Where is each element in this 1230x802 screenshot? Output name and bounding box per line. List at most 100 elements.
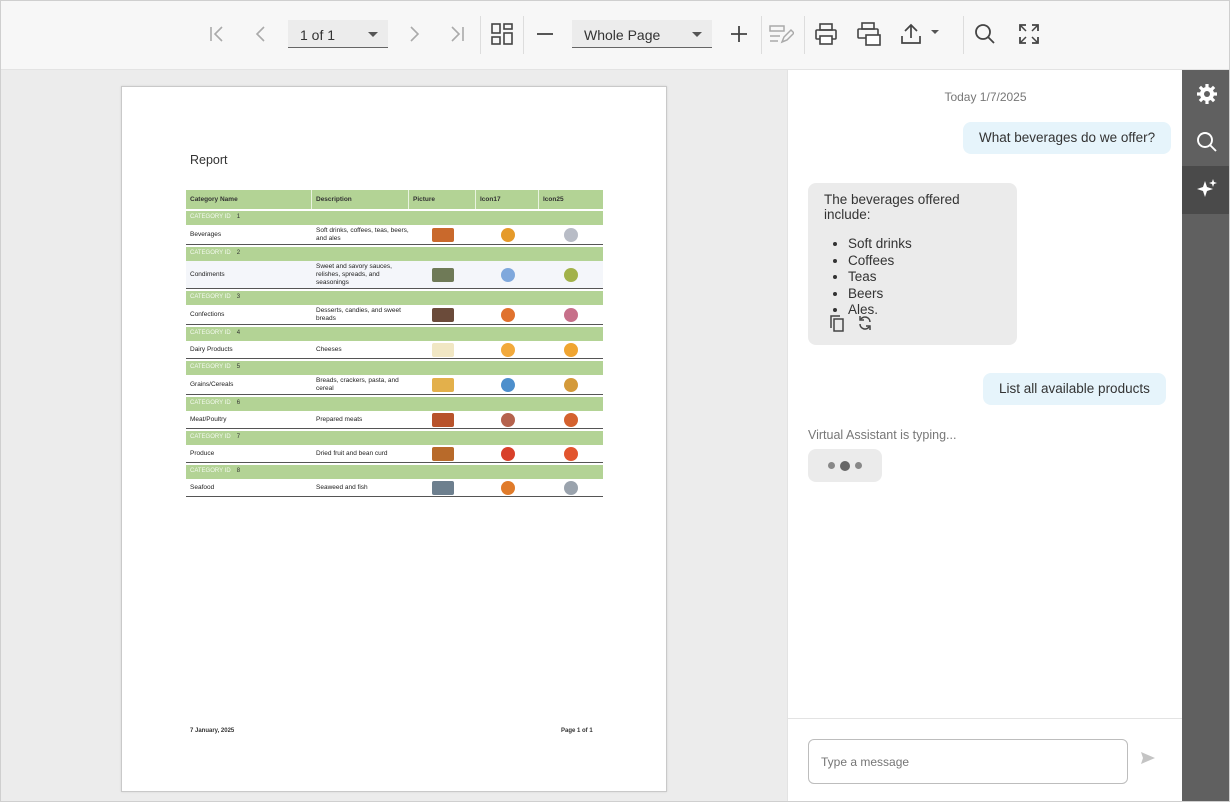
picture-cell bbox=[409, 307, 476, 322]
zoom-selector[interactable]: Whole Page bbox=[572, 20, 712, 48]
group-value: 2 bbox=[236, 250, 241, 256]
group-header: CATEGORY ID 1 bbox=[186, 211, 603, 225]
picture-cell bbox=[409, 480, 476, 495]
category-icon bbox=[500, 307, 515, 322]
list-item: Beers bbox=[848, 286, 1001, 303]
group-label: CATEGORY ID bbox=[190, 250, 231, 256]
category-picture-icon bbox=[431, 412, 454, 427]
print-page-icon[interactable] bbox=[853, 18, 885, 50]
report-viewer-window: 1 of 1 Whole Page Report Category Name D… bbox=[0, 0, 1230, 802]
description-cell: Cheeses bbox=[316, 345, 342, 353]
search-icon[interactable] bbox=[969, 18, 1001, 50]
message-input[interactable] bbox=[808, 739, 1128, 784]
group-value: 4 bbox=[236, 330, 241, 336]
chat-date: Today 1/7/2025 bbox=[944, 90, 1027, 104]
table-row: Produce Dried fruit and bean curd bbox=[186, 445, 603, 463]
category-icon bbox=[500, 342, 515, 357]
zoom-in-icon[interactable] bbox=[723, 18, 755, 50]
category-icon bbox=[500, 412, 515, 427]
column-header: Icon25 bbox=[543, 196, 564, 203]
icon17-cell bbox=[476, 307, 539, 322]
zoom-out-icon[interactable] bbox=[529, 18, 561, 50]
group-header: CATEGORY ID 4 bbox=[186, 327, 603, 341]
group-header: CATEGORY ID 2 bbox=[186, 247, 603, 261]
typing-indicator bbox=[808, 449, 882, 482]
list-item: Coffees bbox=[848, 253, 1001, 270]
toolbar-separator bbox=[761, 16, 762, 54]
list-item: Teas bbox=[848, 269, 1001, 286]
last-page-icon[interactable] bbox=[441, 18, 473, 50]
chat-panel: Today 1/7/2025 What beverages do we offe… bbox=[787, 70, 1183, 801]
group-header: CATEGORY ID 7 bbox=[186, 431, 603, 445]
fullscreen-icon[interactable] bbox=[1013, 18, 1045, 50]
gear-icon[interactable] bbox=[1182, 70, 1229, 118]
table-row: Condiments Sweet and savory sauces, relis… bbox=[186, 261, 603, 289]
icon25-cell bbox=[539, 342, 603, 357]
category-icon bbox=[564, 342, 578, 357]
description-cell: Breads, crackers, pasta, and cereal bbox=[316, 376, 399, 392]
first-page-icon[interactable] bbox=[201, 18, 233, 50]
search-icon[interactable] bbox=[1182, 118, 1229, 166]
chevron-down-icon bbox=[368, 32, 378, 37]
category-icon bbox=[500, 227, 515, 242]
table-row: Meat/Poultry Prepared meats bbox=[186, 411, 603, 429]
side-tab-rail bbox=[1182, 70, 1229, 801]
category-icon bbox=[564, 446, 578, 461]
typing-dot bbox=[840, 460, 850, 471]
category-picture-icon bbox=[431, 307, 454, 322]
group-label: CATEGORY ID bbox=[190, 364, 231, 370]
icon25-cell bbox=[539, 412, 603, 427]
category-name-cell: Condiments bbox=[190, 271, 225, 278]
page-selector[interactable]: 1 of 1 bbox=[288, 20, 388, 48]
toolbar-separator bbox=[804, 16, 805, 54]
category-icon bbox=[500, 377, 515, 392]
table-row: Beverages Soft drinks, coffees, teas, bee… bbox=[186, 225, 603, 245]
copy-icon[interactable] bbox=[828, 314, 846, 332]
column-header: Category Name bbox=[186, 190, 312, 209]
group-value: 6 bbox=[236, 400, 241, 406]
group-header: CATEGORY ID 3 bbox=[186, 291, 603, 305]
report-title: Report bbox=[190, 153, 228, 167]
regenerate-icon[interactable] bbox=[856, 314, 874, 332]
icon17-cell bbox=[476, 227, 539, 242]
multipage-icon[interactable] bbox=[486, 18, 518, 50]
group-label: CATEGORY ID bbox=[190, 434, 231, 440]
picture-cell bbox=[409, 267, 476, 282]
assistant-message-list: Soft drinks Coffees Teas Beers Ales. bbox=[848, 236, 1001, 319]
assistant-message-intro: The beverages offered include: bbox=[824, 192, 960, 222]
icon17-cell bbox=[476, 412, 539, 427]
icon25-cell bbox=[539, 227, 603, 242]
description-cell: Soft drinks, coffees, teas, beers, and a… bbox=[316, 226, 409, 242]
icon17-cell bbox=[476, 377, 539, 392]
zoom-selector-value: Whole Page bbox=[584, 27, 661, 43]
category-icon bbox=[500, 267, 515, 282]
prev-page-icon[interactable] bbox=[245, 18, 277, 50]
editing-fields-icon[interactable] bbox=[765, 18, 797, 50]
category-name-cell: Dairy Products bbox=[190, 346, 233, 353]
send-icon[interactable] bbox=[1140, 751, 1160, 771]
footer-date: 7 January, 2025 bbox=[190, 728, 235, 734]
print-icon[interactable] bbox=[810, 18, 842, 50]
typing-dot bbox=[855, 462, 862, 469]
category-icon bbox=[564, 480, 578, 495]
table-row: Dairy Products Cheeses bbox=[186, 341, 603, 359]
icon25-cell bbox=[539, 480, 603, 495]
description-cell: Sweet and savory sauces, relishes, sprea… bbox=[316, 262, 392, 286]
next-page-icon[interactable] bbox=[398, 18, 430, 50]
column-header: Picture bbox=[409, 190, 476, 209]
page-selector-value: 1 of 1 bbox=[300, 27, 336, 43]
icon25-cell bbox=[539, 267, 603, 282]
category-name-cell: Seafood bbox=[190, 484, 215, 491]
category-picture-icon bbox=[431, 342, 454, 357]
group-label: CATEGORY ID bbox=[190, 468, 231, 474]
ai-assistant-icon[interactable] bbox=[1182, 166, 1229, 214]
category-icon bbox=[564, 227, 578, 242]
description-cell: Dried fruit and bean curd bbox=[316, 449, 388, 457]
assistant-message: The beverages offered include: Soft drin… bbox=[808, 183, 1017, 345]
group-header: CATEGORY ID 8 bbox=[186, 465, 603, 479]
icon17-cell bbox=[476, 267, 539, 282]
table-row: Confections Desserts, candies, and sweet … bbox=[186, 305, 603, 325]
export-icon[interactable] bbox=[896, 18, 946, 50]
picture-cell bbox=[409, 446, 476, 461]
category-picture-icon bbox=[431, 227, 454, 242]
